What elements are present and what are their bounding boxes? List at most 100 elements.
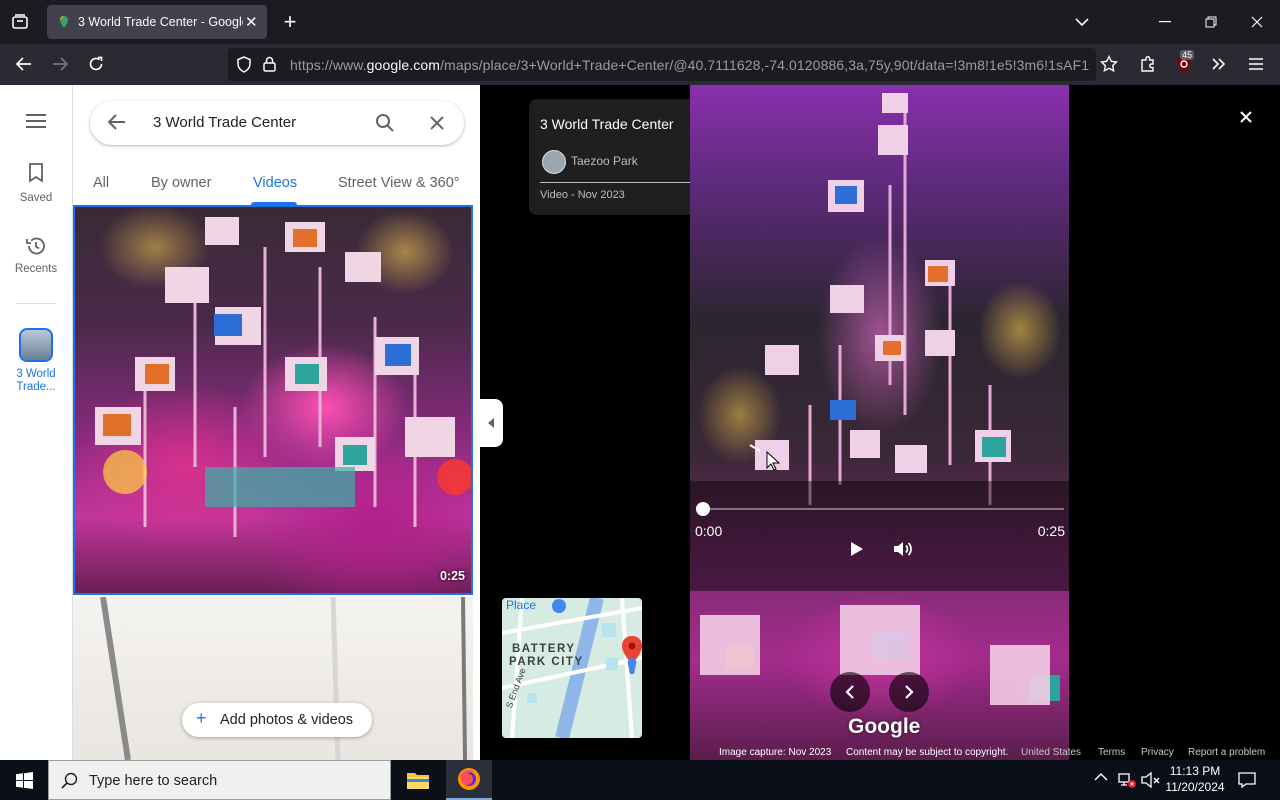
video-duration: 0:25: [439, 569, 465, 583]
author-avatar[interactable]: [542, 150, 566, 174]
list-all-tabs-icon[interactable]: [1066, 6, 1098, 38]
privacy-link[interactable]: Privacy: [1141, 747, 1174, 758]
total-time: 0:25: [1037, 523, 1065, 539]
hamburger-menu-icon[interactable]: [1240, 48, 1272, 80]
volume-icon[interactable]: [893, 540, 915, 558]
rail-divider: [16, 303, 56, 304]
back-arrow-icon[interactable]: [108, 114, 126, 130]
windows-logo-icon: [15, 771, 33, 789]
collapse-panel-button[interactable]: [480, 399, 503, 447]
reload-icon[interactable]: [80, 48, 112, 80]
progress-handle[interactable]: [696, 502, 710, 516]
chevron-right-icon: [905, 685, 914, 699]
minimap[interactable]: Place BATTERY PARK CITY S End Ave: [502, 598, 642, 738]
monitor-installation-art: [95, 217, 471, 537]
play-icon[interactable]: [850, 541, 864, 557]
browser-toolbar: https://www.google.com/maps/place/3+Worl…: [0, 44, 1280, 85]
search-icon: [61, 772, 78, 789]
notifications-icon[interactable]: [1238, 771, 1256, 789]
place-name[interactable]: 3 World Trade Center: [540, 116, 674, 132]
author-name[interactable]: Taezoo Park: [571, 154, 638, 168]
caret-left-icon: [488, 418, 494, 428]
close-tab-icon[interactable]: ✕: [245, 13, 258, 31]
system-clock[interactable]: 11:13 PM 11/20/2024: [1160, 763, 1230, 795]
clock-time: 11:13 PM: [1169, 764, 1221, 778]
url-path: /maps/place/3+World+Trade+Center/@40.711…: [440, 57, 1090, 73]
video-controls: 0:00 0:25: [690, 481, 1069, 591]
clock-date: 11/20/2024: [1165, 780, 1225, 794]
start-button[interactable]: [0, 760, 48, 800]
country-label: United States: [1021, 747, 1082, 758]
next-media-button[interactable]: [889, 672, 929, 712]
bookmark-icon: [29, 163, 43, 183]
windows-taskbar: Type here to search 11:13 PM 11/20/2024: [0, 760, 1280, 800]
extensions-puzzle-icon[interactable]: [1132, 48, 1164, 80]
rail-saved-label: Saved: [19, 192, 53, 204]
firefox-view-icon[interactable]: [4, 6, 36, 38]
extension-badge: 45: [1180, 50, 1195, 60]
add-photos-videos-button[interactable]: + Add photos & videos: [182, 703, 372, 737]
photo-category-tabs: All By owner Videos Street View & 360°: [73, 171, 481, 205]
tab-by-owner[interactable]: By owner: [151, 175, 211, 191]
search-input[interactable]: 3 World Trade Center: [153, 114, 296, 131]
video-frame-installation: [700, 93, 1060, 705]
firefox-taskbar-button[interactable]: [446, 760, 492, 800]
show-hidden-icons-chevron-icon[interactable]: [1094, 772, 1108, 782]
url-prefix: https://www.: [290, 57, 367, 73]
rail-recent-place[interactable]: 3 World Trade...: [0, 328, 72, 394]
address-bar[interactable]: https://www.google.com/maps/place/3+Worl…: [228, 48, 1096, 81]
lock-icon[interactable]: [263, 56, 276, 72]
plus-icon: +: [196, 708, 207, 728]
previous-media-button[interactable]: [830, 672, 870, 712]
maps-app: Saved Recents 3 World Trade... 3 World T…: [0, 85, 1280, 760]
close-window-icon[interactable]: [1241, 6, 1273, 38]
back-icon[interactable]: [8, 48, 40, 80]
tab-all[interactable]: All: [93, 175, 109, 191]
tracking-protection-shield-icon[interactable]: [236, 56, 252, 73]
rail-recents-label: Recents: [14, 263, 58, 275]
rail-place-label-line1: 3 World: [16, 368, 56, 380]
file-explorer-button[interactable]: [399, 760, 437, 800]
tab-title: 3 World Trade Center - Google M: [78, 15, 243, 29]
taskbar-search-placeholder: Type here to search: [89, 773, 218, 789]
forward-icon[interactable]: [44, 48, 76, 80]
report-problem-link[interactable]: Report a problem: [1188, 747, 1265, 758]
tab-street-view[interactable]: Street View & 360°: [338, 175, 460, 191]
minimize-window-icon[interactable]: [1149, 6, 1181, 38]
close-viewer-button[interactable]: [1234, 105, 1258, 129]
ublock-extension-icon[interactable]: 45: [1168, 48, 1200, 80]
side-rail: Saved Recents 3 World Trade...: [0, 85, 72, 760]
terms-link[interactable]: Terms: [1098, 747, 1125, 758]
clear-search-icon[interactable]: [429, 115, 445, 131]
volume-muted-icon[interactable]: [1141, 771, 1161, 789]
info-divider: [540, 182, 696, 183]
rail-saved[interactable]: Saved: [0, 163, 72, 204]
viewer-footer: Image capture: Nov 2023 Content may be s…: [690, 745, 1280, 760]
network-icon[interactable]: [1117, 771, 1137, 789]
tab-videos[interactable]: Videos: [253, 175, 297, 191]
history-icon: [26, 237, 45, 255]
current-time: 0:00: [695, 523, 723, 539]
more-tools-chevron-icon[interactable]: [1203, 48, 1235, 80]
url-text: https://www.google.com/maps/place/3+Worl…: [290, 57, 1090, 73]
video-player[interactable]: 0:00 0:25 Google: [690, 85, 1069, 760]
minimap-place-label: Place: [506, 598, 537, 612]
media-date: Video - Nov 2023: [540, 189, 625, 201]
progress-bar[interactable]: [696, 508, 1064, 510]
google-maps-favicon-icon: [57, 15, 71, 29]
main-menu-icon[interactable]: [25, 113, 47, 129]
rail-recents[interactable]: Recents: [0, 235, 72, 275]
bookmark-star-icon[interactable]: [1093, 48, 1125, 80]
search-icon[interactable]: [375, 113, 395, 133]
place-thumbnail: [19, 328, 53, 362]
video-thumbnail-selected[interactable]: 0:25: [73, 205, 473, 595]
close-icon: [1240, 111, 1252, 123]
browser-tab-active[interactable]: 3 World Trade Center - Google M ✕: [47, 5, 267, 39]
new-tab-icon[interactable]: +: [274, 6, 306, 38]
restore-window-icon[interactable]: [1195, 6, 1227, 38]
search-box[interactable]: 3 World Trade Center: [90, 101, 464, 145]
image-capture-date: Image capture: Nov 2023: [719, 747, 832, 758]
photos-panel: 3 World Trade Center All By owner Videos…: [72, 85, 480, 760]
taskbar-search-box[interactable]: Type here to search: [48, 760, 391, 800]
copyright-notice: Content may be subject to copyright.: [846, 747, 1009, 758]
